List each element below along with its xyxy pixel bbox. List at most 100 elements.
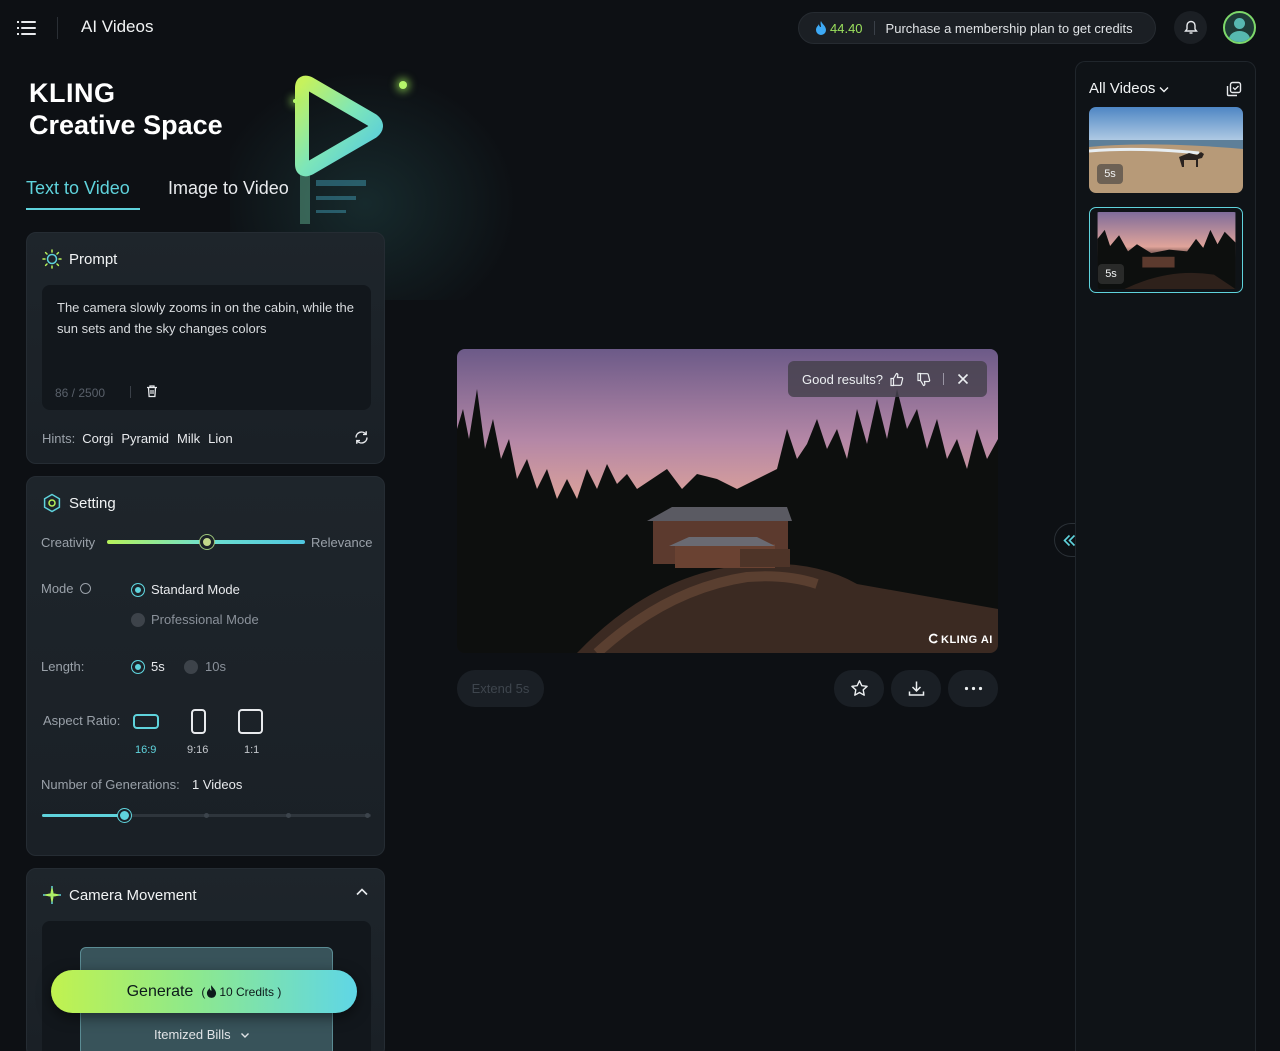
prompt-input[interactable]: The camera slowly zooms in on the cabin,… (42, 285, 371, 410)
thumbs-down-icon[interactable] (916, 372, 931, 387)
duration-badge: 5s (1098, 264, 1124, 284)
multi-select-icon[interactable] (1226, 81, 1242, 97)
aspect-9-16-label[interactable]: 9:16 (187, 744, 208, 756)
hint-corgi[interactable]: Corgi (82, 431, 113, 446)
thumbs-up-icon[interactable] (889, 372, 904, 387)
setting-title: Setting (69, 494, 116, 512)
active-tab-indicator (26, 208, 140, 210)
hexagon-settings-icon (43, 493, 61, 513)
all-videos-dropdown[interactable]: All Videos (1089, 80, 1170, 97)
setting-header: Setting (42, 493, 116, 513)
hints-label: Hints: (42, 431, 76, 446)
itemized-bills-toggle[interactable]: Itemized Bills (154, 1027, 251, 1042)
feedback-bar: Good results? (788, 361, 987, 397)
video-history-sidebar: All Videos 5s 5s (1075, 61, 1256, 1051)
mode-label: Mode (41, 581, 74, 596)
hints-row: Hints: Corgi Pyramid Milk Lion (42, 431, 234, 446)
brand-subtitle: Creative Space (29, 110, 223, 140)
star-icon[interactable] (834, 670, 884, 707)
aspect-9-16-button[interactable] (191, 709, 206, 734)
close-icon[interactable] (957, 373, 969, 385)
prompt-text[interactable]: The camera slowly zooms in on the cabin,… (57, 297, 357, 339)
aspect-1-1-button[interactable] (238, 709, 263, 734)
chevron-down-icon (1159, 86, 1169, 92)
camera-title: Camera Movement (69, 886, 197, 904)
length-5s-label[interactable]: 5s (151, 659, 165, 674)
generate-cost: ( 10 Credits ) (201, 984, 282, 999)
chevron-down-icon (240, 1032, 249, 1038)
bills-label: Itemized Bills (154, 1027, 231, 1042)
aspect-ratio-label: Aspect Ratio: (43, 713, 121, 728)
mode-professional-label[interactable]: Professional Mode (151, 612, 259, 627)
generate-button[interactable]: Generate ( 10 Credits ) (51, 970, 357, 1013)
camera-movement-panel: Camera Movement (26, 868, 385, 1051)
relevance-label: Relevance (311, 535, 373, 550)
credit-flame-icon (816, 21, 826, 35)
slider-tick (204, 813, 209, 818)
brand-title: KLING (29, 78, 116, 108)
aspect-1-1-label[interactable]: 1:1 (244, 744, 259, 756)
kling-logo-icon (928, 633, 938, 644)
creativity-label: Creativity (41, 535, 96, 550)
hint-lion[interactable]: Lion (208, 431, 233, 446)
extend-button[interactable]: Extend 5s (457, 670, 544, 707)
slider-tick (365, 813, 370, 818)
mode-professional-radio[interactable] (131, 613, 145, 627)
generations-slider-fill (42, 814, 124, 817)
mode-standard-label[interactable]: Standard Mode (151, 582, 240, 597)
kling-play-logo-icon (295, 75, 383, 177)
logo-reflection (300, 174, 366, 224)
generations-value: 1 Videos (192, 777, 243, 792)
duration-badge: 5s (1097, 164, 1123, 184)
divider (57, 17, 58, 39)
menu-icon[interactable] (17, 18, 38, 38)
divider (942, 373, 944, 385)
mode-standard-radio[interactable] (131, 583, 145, 597)
refresh-icon[interactable] (353, 429, 370, 446)
credit-balance: 44.40 (830, 20, 863, 36)
info-icon[interactable] (80, 583, 91, 594)
prompt-title: Prompt (69, 250, 118, 268)
tab-text-to-video[interactable]: Text to Video (26, 178, 130, 199)
avatar[interactable] (1223, 11, 1256, 44)
generate-label: Generate (126, 982, 194, 1000)
generations-slider-handle[interactable] (118, 809, 131, 822)
hint-milk[interactable]: Milk (177, 431, 200, 446)
chevron-up-icon[interactable] (355, 885, 369, 899)
tab-image-to-video[interactable]: Image to Video (168, 178, 289, 199)
download-icon[interactable] (891, 670, 941, 707)
generations-label: Number of Generations: (41, 777, 180, 792)
setting-panel: Setting Creativity Relevance Mode Standa… (26, 476, 385, 856)
video-thumbnail[interactable]: 5s (1089, 107, 1243, 193)
disclaimer-text (449, 1044, 1089, 1051)
credit-flame-icon (207, 985, 217, 998)
sparkle (293, 99, 297, 103)
credit-pill: 44.40 Purchase a membership plan to get … (798, 12, 1156, 44)
camera-header[interactable]: Camera Movement (42, 885, 197, 905)
creativity-slider-handle[interactable] (200, 535, 214, 549)
watermark: KLING AI (928, 633, 993, 646)
length-5s-radio[interactable] (131, 660, 145, 674)
aspect-16-9-label[interactable]: 16:9 (135, 744, 156, 756)
purchase-membership-link[interactable]: Purchase a membership plan to get credit… (886, 21, 1133, 36)
feedback-prompt: Good results? (802, 371, 883, 387)
top-bar: AI Videos 44.40 Purchase a membership pl… (0, 0, 1280, 56)
bell-icon[interactable] (1174, 11, 1207, 44)
divider (873, 21, 875, 35)
length-label: Length: (41, 659, 85, 674)
trash-icon[interactable] (145, 384, 159, 398)
hint-pyramid[interactable]: Pyramid (121, 431, 169, 446)
camera-move-icon (43, 886, 61, 904)
sparkle (399, 81, 407, 89)
sun-icon (42, 249, 62, 269)
aspect-16-9-button[interactable] (133, 714, 159, 729)
length-10s-label[interactable]: 10s (205, 659, 226, 674)
length-10s-radio[interactable] (184, 660, 198, 674)
prompt-header: Prompt (42, 249, 117, 269)
more-icon[interactable] (948, 670, 998, 707)
prompt-panel: Prompt The camera slowly zooms in on the… (26, 232, 385, 464)
slider-tick (286, 813, 291, 818)
divider (130, 386, 131, 398)
character-counter: 86 / 2500 (55, 386, 106, 400)
video-thumbnail-selected[interactable]: 5s (1089, 207, 1243, 293)
